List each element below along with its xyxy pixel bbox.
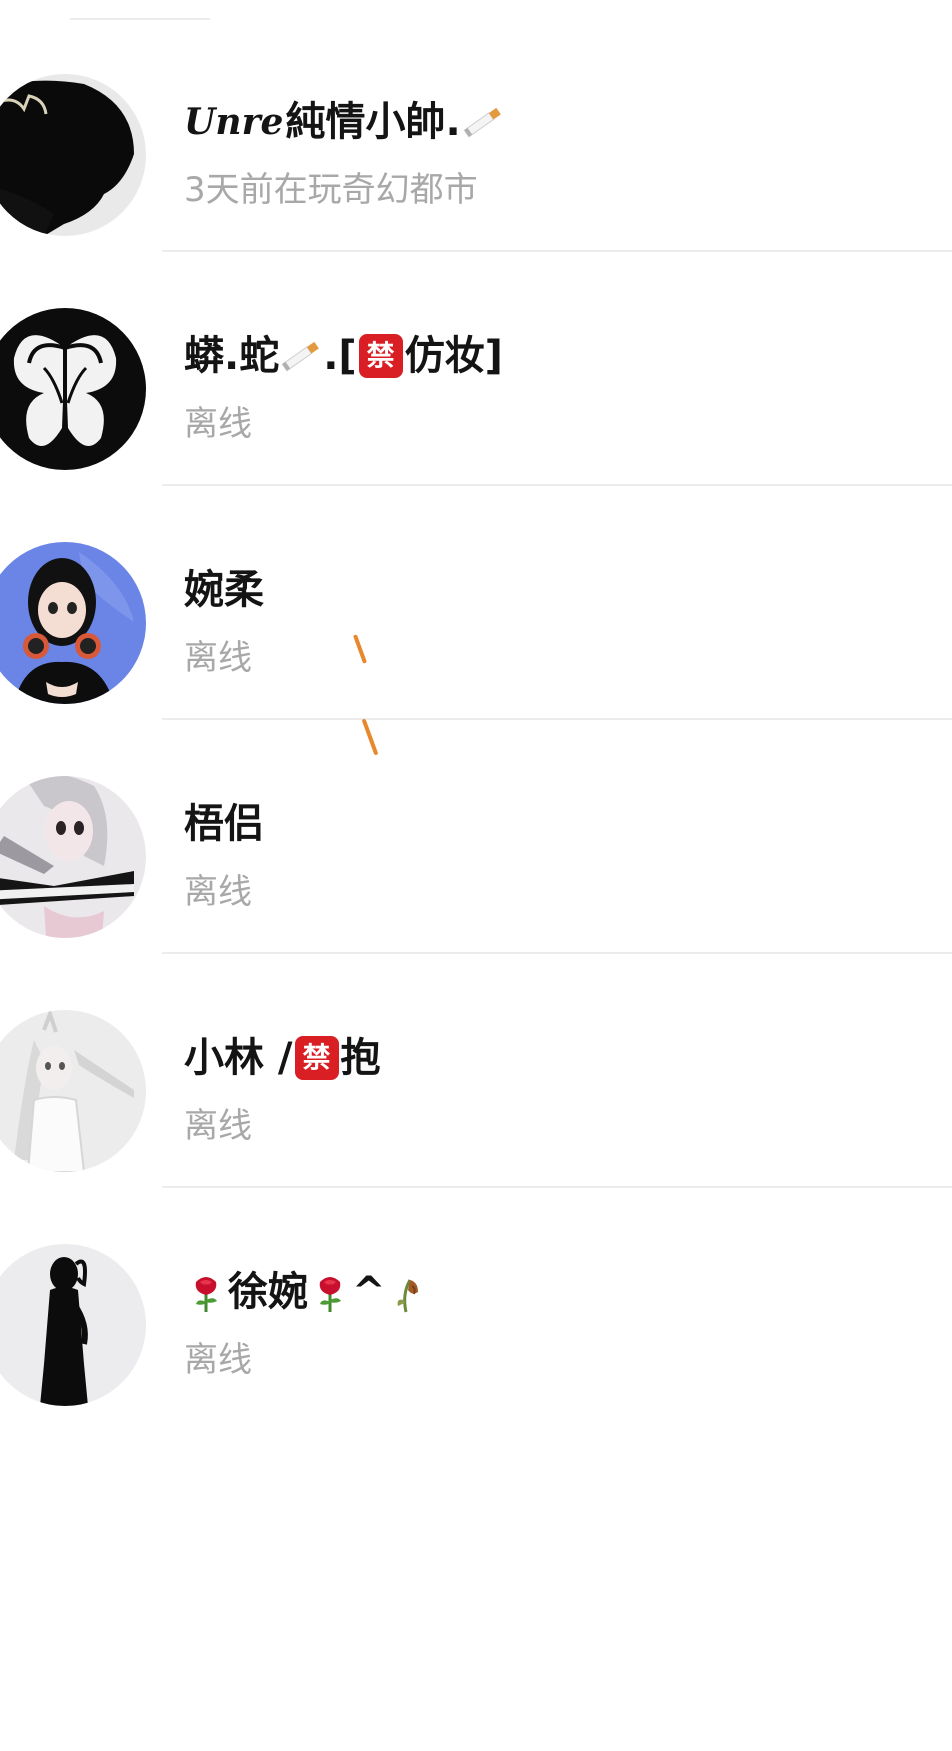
- contact-row[interactable]: 梧侣 离线: [0, 720, 952, 954]
- contact-status: 离线: [184, 872, 252, 912]
- contact-row[interactable]: Unre 純情小帥. 3天前在玩奇幻都市: [0, 18, 952, 252]
- avatar[interactable]: [0, 1244, 146, 1406]
- butterfly-avatar-image: [0, 308, 146, 470]
- white-hair-girl-avatar-image: [0, 776, 146, 938]
- prohibited-badge-icon: 禁: [294, 1036, 339, 1080]
- contact-row[interactable]: 蟒.蛇 .[ 禁 仿妆] 离线: [0, 252, 952, 486]
- name-text: 純情小帥.: [285, 99, 461, 145]
- name-script-prefix: Unre: [184, 101, 284, 143]
- name-text: 抱: [340, 1035, 381, 1081]
- anime-girl-headphones-avatar-image: [0, 542, 146, 704]
- contact-name: Unre 純情小帥.: [184, 98, 505, 146]
- contact-name: 蟒.蛇 .[ 禁 仿妆]: [184, 332, 503, 380]
- contact-status: 离线: [184, 1106, 252, 1146]
- contact-name: 徐婉 ^: [184, 1268, 430, 1316]
- contact-status: 3天前在玩奇幻都市: [184, 170, 478, 210]
- dark-figure-avatar-image: [0, 1244, 146, 1406]
- white-dress-girl-avatar-image: [0, 1010, 146, 1172]
- avatar[interactable]: [0, 776, 146, 938]
- prohibited-badge-icon: 禁: [358, 334, 403, 378]
- avatar[interactable]: [0, 74, 146, 236]
- avatar[interactable]: [0, 1010, 146, 1172]
- contact-list-screen: Unre 純情小帥. 3天前在玩奇幻都市 蟒.蛇 .[禁 仿妆] 离线 婉柔 …: [0, 0, 952, 1751]
- contact-row[interactable]: 徐婉 ^ 离线: [0, 1188, 952, 1422]
- name-text: ^: [352, 1269, 386, 1315]
- contact-name: 梧侣: [184, 801, 264, 847]
- cigarette-icon: [461, 100, 505, 144]
- avatar[interactable]: [0, 308, 146, 470]
- contact-status: 离线: [184, 638, 252, 678]
- cigarette-icon: [279, 334, 323, 378]
- contact-name: 婉柔: [184, 567, 264, 613]
- rose-icon: [308, 1270, 352, 1314]
- name-text: 蟒.蛇: [184, 333, 280, 379]
- avatar[interactable]: [0, 542, 146, 704]
- wilted-flower-icon: [386, 1270, 430, 1314]
- contact-name: 小林 / 禁 抱: [184, 1034, 381, 1082]
- name-text: 仿妆]: [404, 333, 503, 379]
- contact-row[interactable]: 婉柔 离线: [0, 486, 952, 720]
- rose-icon: [184, 1270, 228, 1314]
- contact-status: 离线: [184, 1340, 252, 1380]
- name-text: 徐婉: [228, 1269, 308, 1315]
- name-text: 小林 /: [184, 1035, 293, 1081]
- contact-status: 离线: [184, 404, 252, 444]
- name-text: .[: [323, 333, 357, 379]
- black-silhouette-avatar-image: [0, 74, 146, 236]
- contact-row[interactable]: 小林 / 禁 抱 离线: [0, 954, 952, 1188]
